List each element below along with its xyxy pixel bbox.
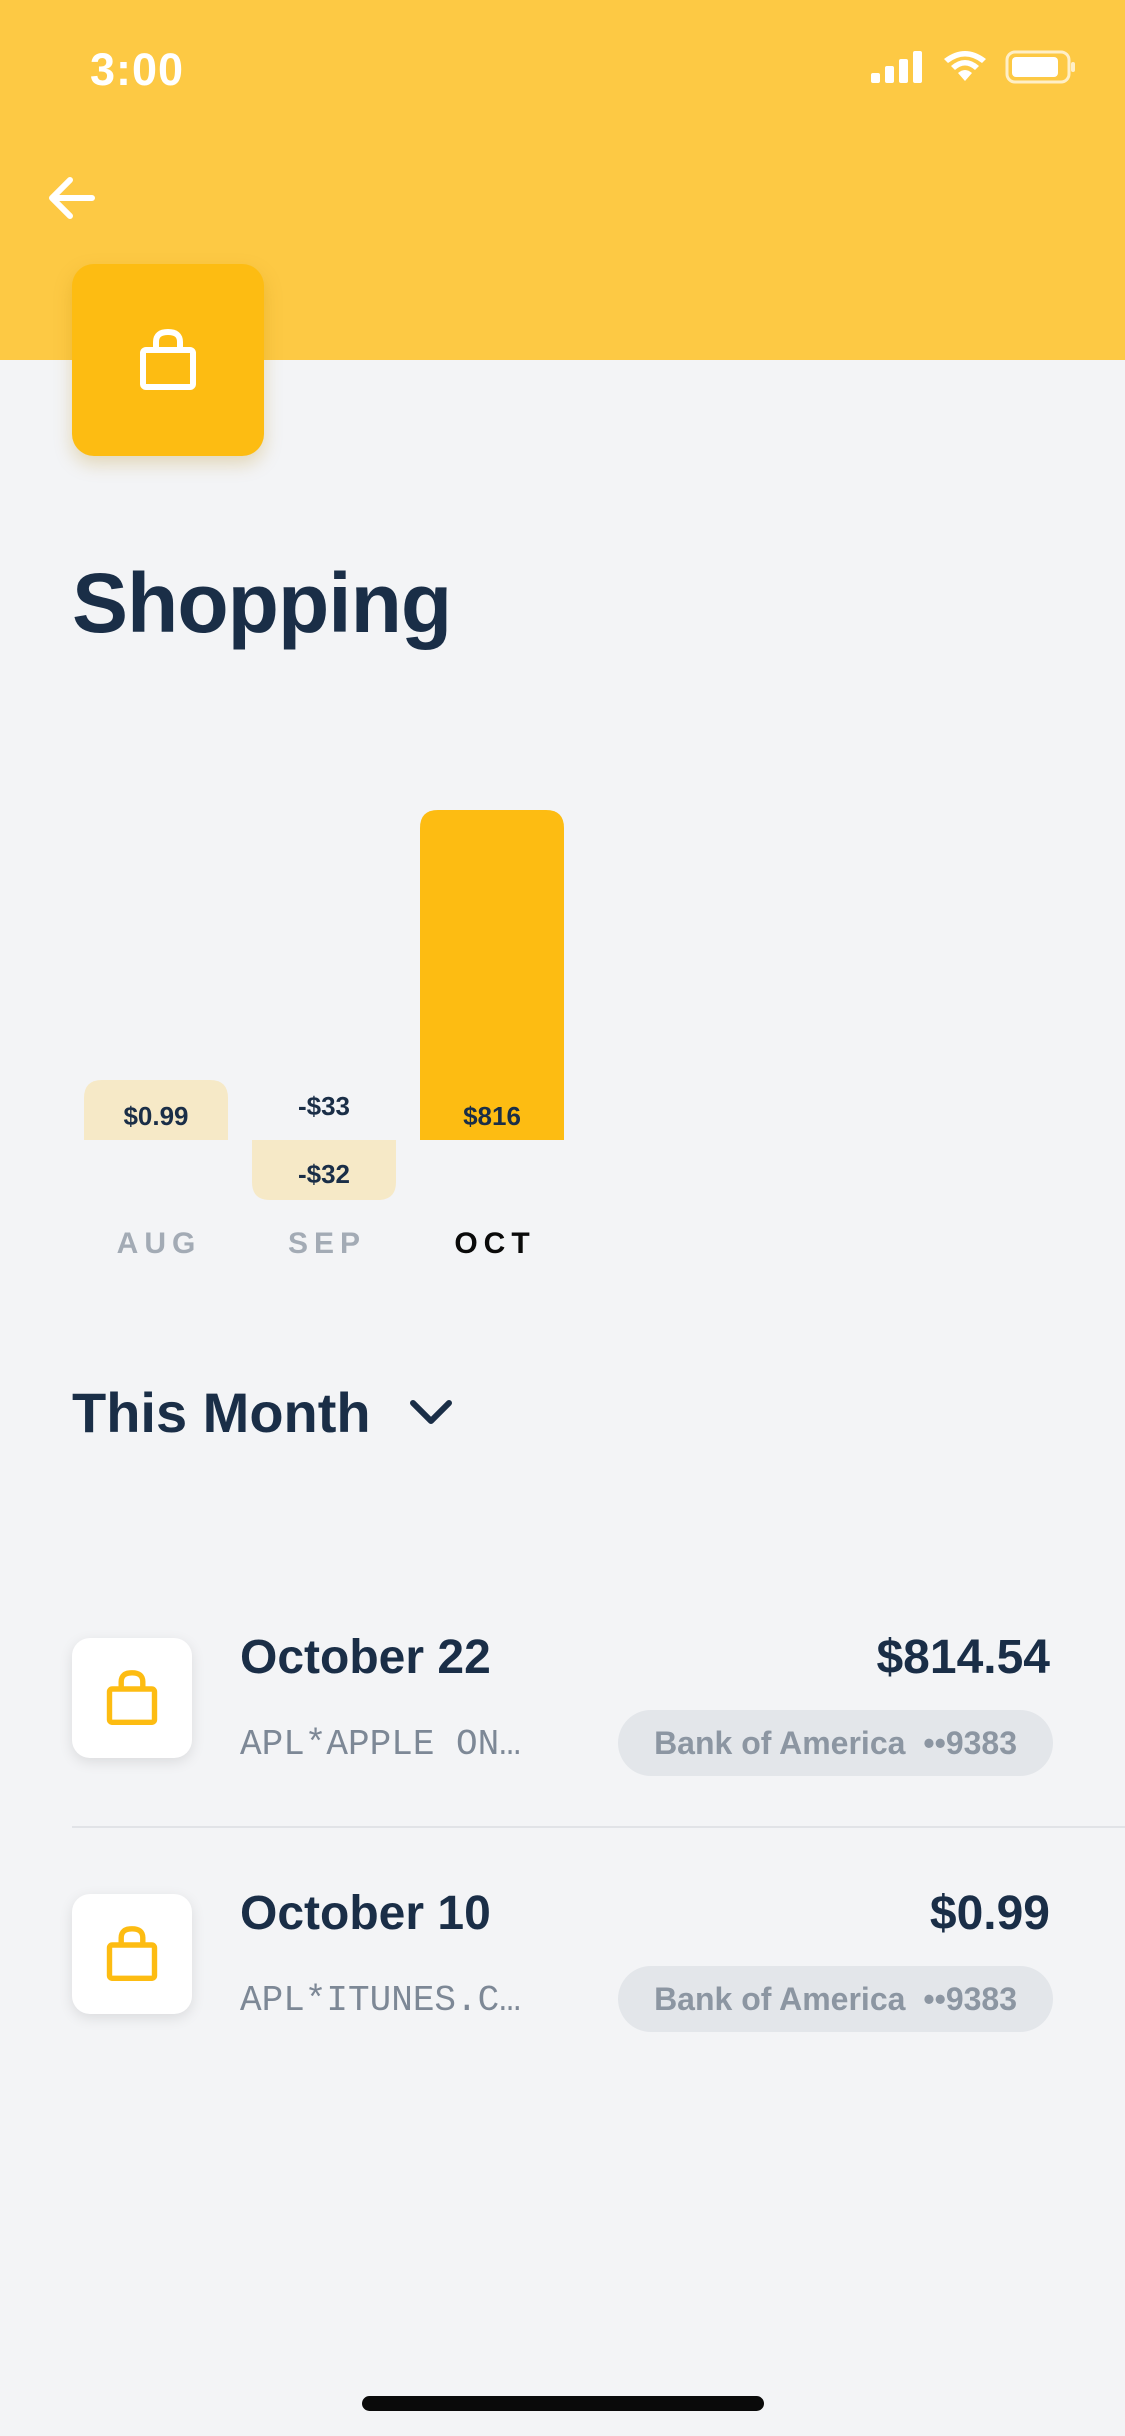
- wifi-icon: [944, 51, 986, 81]
- shopping-bag-icon: [106, 1670, 158, 1725]
- account-badge: Bank of America ••9383: [618, 1710, 1053, 1776]
- transaction-icon: [72, 1894, 192, 2014]
- transaction-icon: [72, 1638, 192, 1758]
- transaction-date: October 22: [240, 1631, 491, 1684]
- transaction-amount: $0.99: [929, 1887, 1050, 1940]
- transaction-row[interactable]: October 22 $814.54 APL*APPLE ON… Bank of…: [0, 1600, 1125, 1856]
- account-mask: ••9383: [923, 1980, 1017, 2017]
- signal-icon: [871, 51, 922, 83]
- row-divider: [72, 1826, 1125, 1828]
- bar-value-label: -$32: [298, 1159, 350, 1189]
- month-label[interactable]: OCT: [454, 1227, 535, 1260]
- account-badge: Bank of America ••9383: [618, 1966, 1053, 2032]
- home-indicator: [362, 2396, 764, 2411]
- transaction-merchant: APL*APPLE ON…: [240, 1724, 521, 1765]
- transaction-row[interactable]: October 10 $0.99 APL*ITUNES.C… Bank of A…: [0, 1856, 1125, 2112]
- shopping-bag-icon: [140, 328, 196, 390]
- chevron-down-icon: [409, 1399, 452, 1424]
- month-label[interactable]: SEP: [288, 1227, 366, 1260]
- battery-icon: [1005, 50, 1075, 84]
- category-tile: [72, 264, 264, 456]
- arrow-left-icon[interactable]: [44, 170, 100, 226]
- bar-ghost-label: -$33: [298, 1091, 350, 1121]
- account-mask: ••9383: [923, 1724, 1017, 1761]
- transaction-amount: $814.54: [876, 1631, 1050, 1684]
- account-name: Bank of America: [654, 1724, 906, 1761]
- transaction-list: October 22 $814.54 APL*APPLE ON… Bank of…: [0, 1600, 1125, 2112]
- account-name: Bank of America: [654, 1980, 906, 2017]
- page-title: Shopping: [72, 556, 452, 650]
- period-selector[interactable]: This Month: [72, 1380, 453, 1445]
- transaction-merchant: APL*ITUNES.C…: [240, 1980, 521, 2021]
- shopping-bag-icon: [106, 1926, 158, 1981]
- period-label: This Month: [72, 1381, 371, 1444]
- bar-value-label: $816: [463, 1101, 521, 1131]
- chart-bar[interactable]: [420, 810, 564, 1140]
- status-time: 3:00: [90, 44, 185, 95]
- transaction-date: October 10: [240, 1887, 491, 1940]
- bar-value-label: $0.99: [123, 1101, 188, 1131]
- spending-chart: $0.99 AUG -$32 -$33 SEP $816 OCT: [84, 810, 564, 1260]
- month-label[interactable]: AUG: [117, 1227, 202, 1260]
- status-icons: [871, 50, 1077, 84]
